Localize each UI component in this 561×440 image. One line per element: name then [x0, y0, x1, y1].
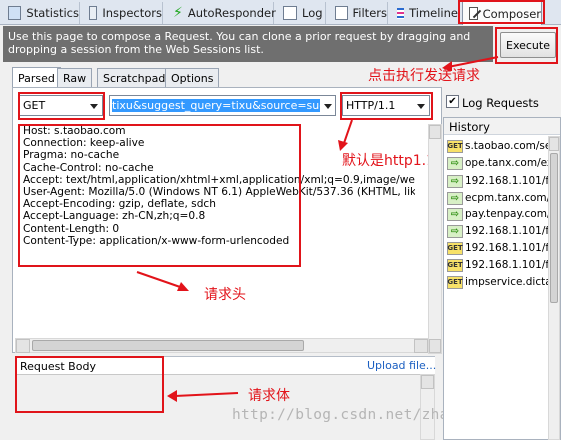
- scroll-up-icon[interactable]: [549, 137, 559, 151]
- composer-icon: [469, 7, 482, 20]
- vertical-scrollbar[interactable]: [428, 124, 442, 354]
- annotation-execute: 点击执行发送请求: [368, 68, 480, 84]
- info-banner: Use this page to compose a Request. You …: [3, 26, 493, 62]
- history-item[interactable]: GET impservice.dictap: [447, 274, 549, 290]
- tab-filters[interactable]: Filters: [329, 2, 388, 24]
- tab-label: AutoResponder: [187, 6, 276, 20]
- header-line: Content-Length: 0: [23, 222, 120, 235]
- chevron-down-icon: [324, 104, 332, 109]
- timeline-icon: [397, 7, 405, 19]
- filters-icon: [335, 6, 348, 20]
- history-item-label: ecpm.tanx.com/e: [465, 192, 549, 204]
- history-item-label: pay.tenpay.com/: [465, 208, 549, 220]
- header-line: Accept: text/html,application/xhtml+xml,…: [23, 173, 415, 186]
- url-value: tixu&suggest_query=tixu&source=suggest: [112, 99, 334, 112]
- response-arrow-icon: ⇨: [447, 174, 463, 188]
- scrollbar-thumb[interactable]: [32, 340, 304, 351]
- chevron-down-icon: [90, 104, 98, 109]
- tab-label: Inspectors: [102, 6, 162, 20]
- history-item[interactable]: ⇨ ecpm.tanx.com/e: [447, 190, 549, 206]
- horizontal-scrollbar[interactable]: [15, 338, 429, 353]
- upload-file-link[interactable]: Upload file...: [367, 359, 436, 372]
- tab-autoresponder[interactable]: ⚡ AutoResponder: [167, 2, 276, 24]
- scroll-up-icon[interactable]: [421, 375, 434, 389]
- http-version-value: HTTP/1.1: [346, 99, 396, 112]
- history-item-label: ope.tanx.com/ex: [465, 157, 549, 169]
- scroll-left-icon[interactable]: [16, 339, 30, 353]
- subtab-raw[interactable]: Raw: [57, 68, 93, 87]
- history-item-label: s.taobao.com/sea: [465, 140, 549, 152]
- header-line: User-Agent: Mozilla/5.0 (Windows NT 6.1)…: [23, 185, 415, 198]
- top-tab-strip: Statistics Inspectors ⚡ AutoResponder Lo…: [0, 0, 561, 25]
- header-line: Cache-Control: no-cache: [23, 161, 154, 174]
- response-arrow-icon: ⇨: [447, 191, 463, 205]
- get-icon: GET: [447, 258, 463, 272]
- subtab-options[interactable]: Options: [165, 68, 220, 87]
- execute-button[interactable]: Execute: [500, 32, 556, 58]
- tab-label: Timeline: [409, 6, 458, 20]
- tab-label: Statistics: [26, 6, 79, 20]
- header-line: Host: s.taobao.com: [23, 125, 126, 137]
- tab-statistics[interactable]: Statistics: [2, 2, 80, 24]
- scrollbar-thumb[interactable]: [550, 153, 558, 303]
- history-item-label: 192.168.1.101/fi: [465, 242, 549, 254]
- http-version-select[interactable]: HTTP/1.1: [342, 95, 430, 116]
- tab-label: Composer: [482, 6, 541, 21]
- method-select[interactable]: GET: [19, 95, 103, 116]
- history-item[interactable]: ⇨ pay.tenpay.com/: [447, 206, 549, 222]
- method-value: GET: [23, 99, 46, 112]
- inspectors-icon: [89, 6, 98, 20]
- history-item[interactable]: GET 192.168.1.101/fi: [447, 257, 549, 273]
- history-item-label: 192.168.1.101/fi: [465, 225, 549, 237]
- history-item[interactable]: ⇨ ope.tanx.com/ex: [447, 155, 549, 171]
- tab-log[interactable]: Log: [277, 2, 326, 24]
- chevron-down-icon: [417, 104, 425, 109]
- response-arrow-icon: ⇨: [447, 224, 463, 238]
- tab-composer[interactable]: Composer: [462, 1, 542, 25]
- history-item-label: 192.168.1.101/fi: [465, 259, 549, 271]
- response-arrow-icon: ⇨: [447, 207, 463, 221]
- tab-inspectors[interactable]: Inspectors: [83, 2, 163, 24]
- header-line: Accept-Language: zh-CN,zh;q=0.8: [23, 210, 206, 223]
- history-vertical-scrollbar[interactable]: [548, 136, 560, 440]
- history-item[interactable]: ⇨ 192.168.1.101/fi: [447, 223, 549, 239]
- scroll-right-icon[interactable]: [414, 339, 428, 353]
- get-icon: GET: [447, 139, 463, 153]
- log-requests-label: Log Requests: [462, 96, 539, 110]
- history-title: History: [444, 118, 560, 135]
- subtab-parsed[interactable]: Parsed: [12, 67, 61, 88]
- request-headers-input[interactable]: Host: s.taobao.com Connection: keep-aliv…: [19, 124, 415, 336]
- url-history-dropdown[interactable]: [320, 95, 336, 116]
- header-line: Content-Type: application/x-www-form-url…: [23, 234, 290, 247]
- log-requests-checkbox[interactable]: ✔: [446, 95, 459, 108]
- history-item[interactable]: GET 192.168.1.101/fi: [447, 240, 549, 256]
- scroll-down-icon[interactable]: [429, 339, 441, 353]
- tab-timeline[interactable]: Timeline: [391, 2, 459, 24]
- header-line: Accept-Encoding: gzip, deflate, sdch: [23, 198, 216, 211]
- subtab-scratchpad[interactable]: Scratchpad: [97, 68, 172, 87]
- annotation-headers: 请求头: [204, 287, 246, 303]
- log-icon: [283, 6, 297, 20]
- statistics-icon: [8, 6, 22, 20]
- history-item[interactable]: ⇨ 192.168.1.101/fi: [447, 173, 549, 189]
- history-item-label: impservice.dictap: [465, 276, 549, 288]
- get-icon: GET: [447, 241, 463, 255]
- get-icon: GET: [447, 275, 463, 289]
- scroll-up-icon[interactable]: [429, 125, 441, 139]
- history-item-label: 192.168.1.101/fi: [465, 175, 549, 187]
- history-item[interactable]: GET s.taobao.com/sea: [447, 138, 549, 154]
- autoresponder-icon: ⚡: [173, 5, 183, 21]
- header-line: Pragma: no-cache: [23, 149, 120, 162]
- tab-label: Filters: [352, 6, 387, 20]
- header-line: Connection: keep-alive: [23, 137, 145, 150]
- annotation-body: 请求体: [248, 388, 290, 404]
- tab-label: Log: [302, 6, 323, 20]
- response-arrow-icon: ⇨: [447, 156, 463, 170]
- url-input[interactable]: tixu&suggest_query=tixu&source=suggest: [109, 95, 335, 116]
